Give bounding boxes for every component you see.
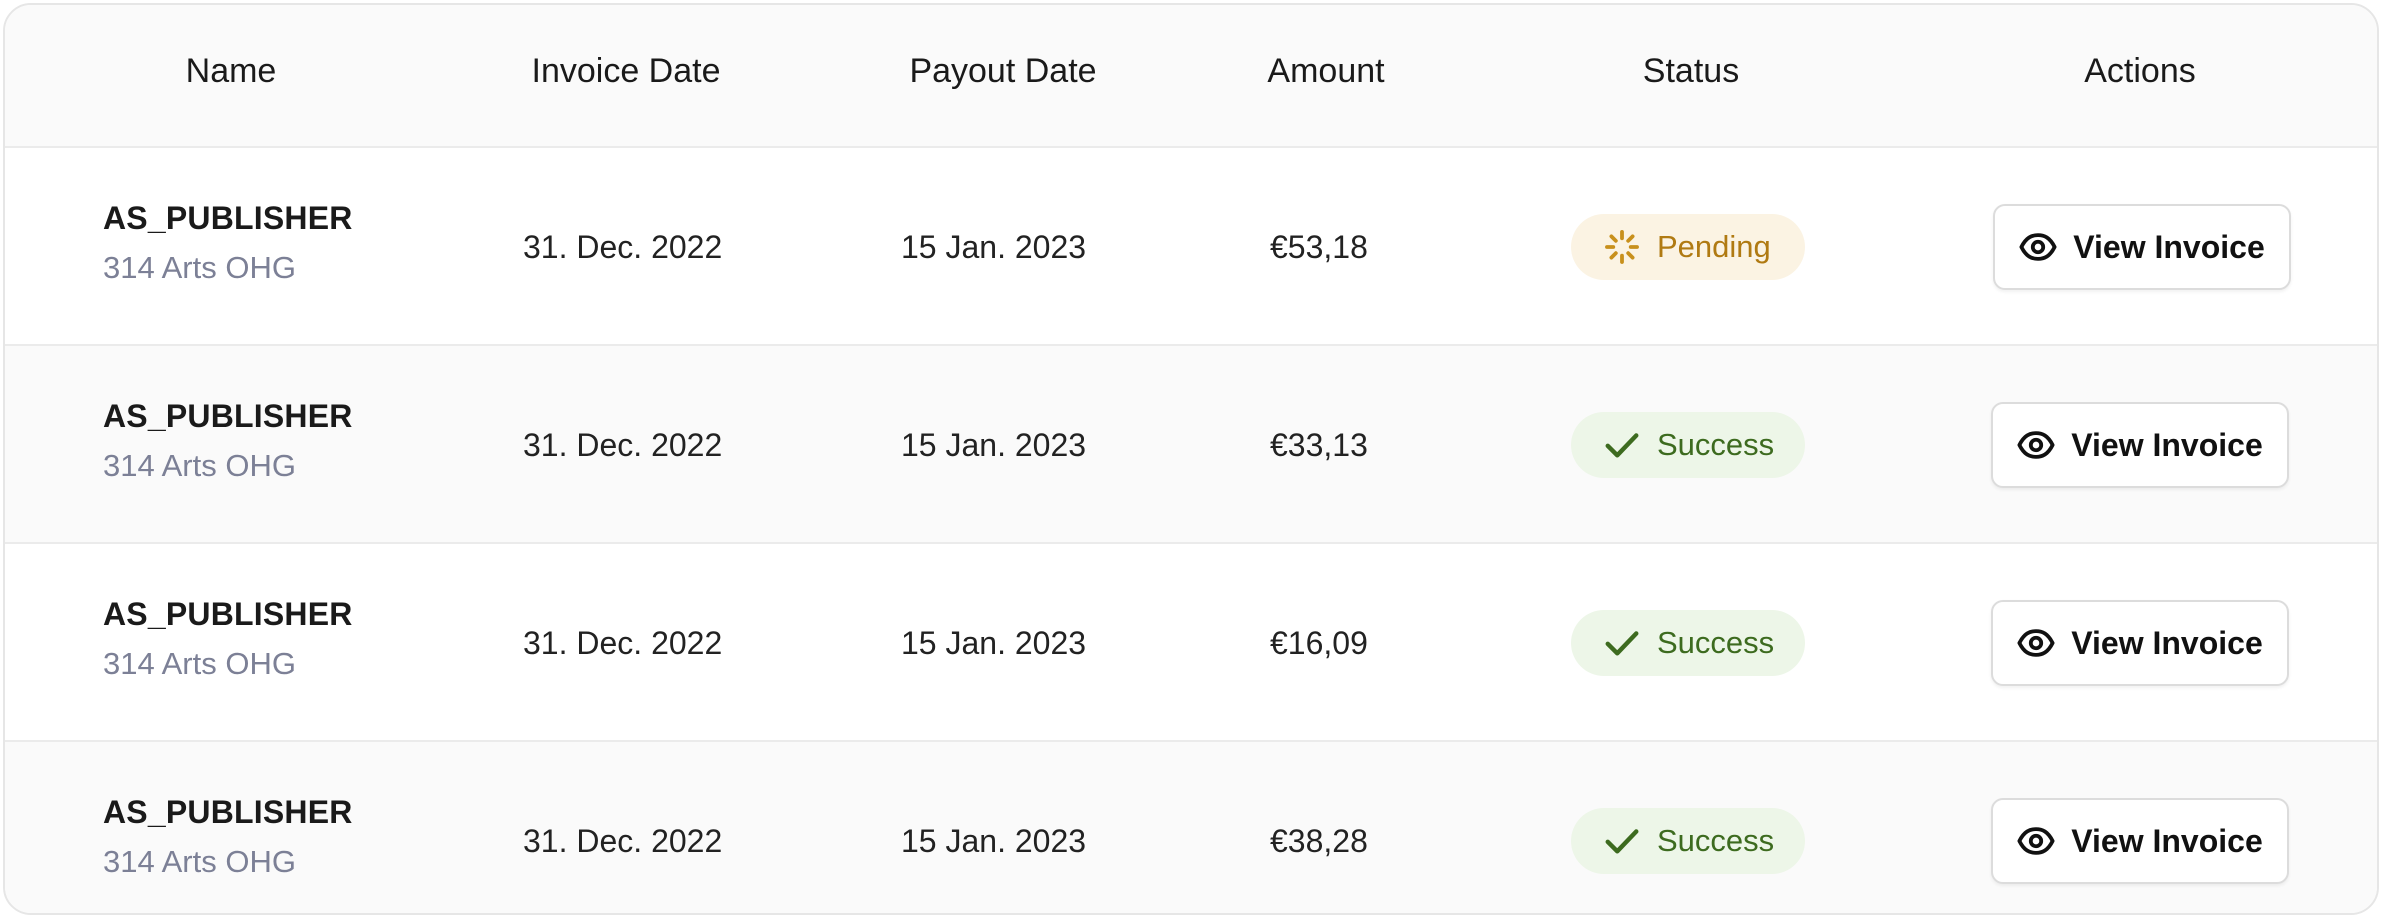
table-row: AS_PUBLISHER 314 Arts OHG 31. Dec. 2022 … [5, 544, 2377, 742]
view-invoice-label: View Invoice [2073, 228, 2265, 265]
check-icon [1605, 631, 1639, 656]
row-name: AS_PUBLISHER [103, 794, 353, 830]
row-payout-date: 15 Jan. 2023 [901, 625, 1087, 661]
header-status: Status [1642, 52, 1740, 90]
check-icon [1605, 433, 1639, 458]
row-amount: €38,28 [1270, 823, 1368, 859]
status-label: Success [1657, 625, 1775, 660]
eye-icon [2019, 233, 2057, 261]
row-name: AS_PUBLISHER [103, 200, 353, 236]
view-invoice-label: View Invoice [2071, 624, 2263, 661]
row-company: 314 Arts OHG [103, 250, 296, 285]
row-company: 314 Arts OHG [103, 646, 296, 681]
view-invoice-label: View Invoice [2071, 822, 2263, 859]
header-payout-date: Payout Date [909, 52, 1097, 90]
row-invoice-date: 31. Dec. 2022 [523, 427, 723, 463]
view-invoice-button[interactable]: View Invoice [1991, 798, 2289, 884]
table-row: AS_PUBLISHER 314 Arts OHG 31. Dec. 2022 … [5, 148, 2377, 346]
header-actions: Actions [2084, 52, 2196, 90]
row-name: AS_PUBLISHER [103, 596, 353, 632]
status-badge: Success [1571, 610, 1805, 676]
status-badge: Success [1571, 412, 1805, 478]
view-invoice-button[interactable]: View Invoice [1993, 204, 2291, 290]
row-invoice-date: 31. Dec. 2022 [523, 823, 723, 859]
status-label: Success [1657, 823, 1775, 858]
eye-icon [2017, 431, 2055, 459]
eye-icon [2017, 827, 2055, 855]
row-name: AS_PUBLISHER [103, 398, 353, 434]
view-invoice-button[interactable]: View Invoice [1991, 402, 2289, 488]
header-amount: Amount [1267, 52, 1385, 90]
row-payout-date: 15 Jan. 2023 [901, 427, 1087, 463]
row-amount: €16,09 [1270, 625, 1368, 661]
status-label: Pending [1657, 229, 1771, 264]
view-invoice-label: View Invoice [2071, 426, 2263, 463]
table-row: AS_PUBLISHER 314 Arts OHG 31. Dec. 2022 … [5, 742, 2377, 913]
header-invoice-date: Invoice Date [531, 52, 721, 90]
table-header: Name Invoice Date Payout Date Amount Sta… [5, 5, 2377, 148]
row-amount: €53,18 [1270, 229, 1368, 265]
spinner-icon [1605, 230, 1639, 264]
row-payout-date: 15 Jan. 2023 [901, 229, 1087, 265]
row-invoice-date: 31. Dec. 2022 [523, 229, 723, 265]
row-invoice-date: 31. Dec. 2022 [523, 625, 723, 661]
status-badge: Pending [1571, 214, 1805, 280]
check-icon [1605, 829, 1639, 854]
row-amount: €33,13 [1270, 427, 1368, 463]
status-badge: Success [1571, 808, 1805, 874]
invoices-table: Name Invoice Date Payout Date Amount Sta… [3, 3, 2379, 915]
table-row: AS_PUBLISHER 314 Arts OHG 31. Dec. 2022 … [5, 346, 2377, 544]
status-label: Success [1657, 427, 1775, 462]
view-invoice-button[interactable]: View Invoice [1991, 600, 2289, 686]
header-name: Name [185, 52, 277, 90]
row-company: 314 Arts OHG [103, 844, 296, 879]
row-payout-date: 15 Jan. 2023 [901, 823, 1087, 859]
row-company: 314 Arts OHG [103, 448, 296, 483]
eye-icon [2017, 629, 2055, 657]
